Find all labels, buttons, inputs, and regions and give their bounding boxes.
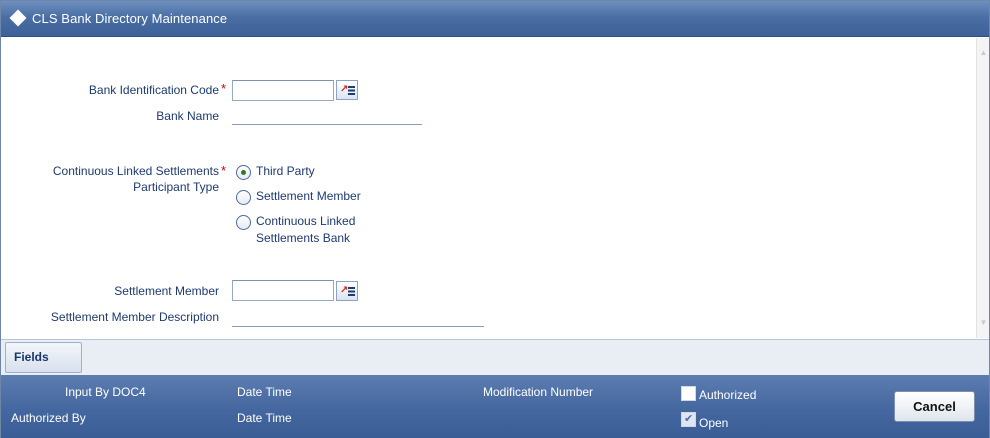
settlement-member-description-field[interactable] [232, 309, 484, 327]
bank-identification-code-label: Bank Identification Code [88, 83, 219, 97]
date-time-label: Date Time [237, 385, 292, 399]
list-lines-icon [348, 287, 355, 296]
participant-type-label-line2: Participant Type [133, 180, 219, 194]
window-title: CLS Bank Directory Maintenance [32, 11, 228, 26]
audit-footer: Input By DOC4 Date Time Authorized By Da… [1, 375, 989, 438]
settlement-member-lov-button[interactable]: ↗ [336, 281, 358, 301]
open-checkbox[interactable] [681, 412, 696, 427]
tab-bar: Fields [1, 339, 989, 375]
diamond-icon [9, 9, 27, 27]
radio-cls-bank-label-line1: Continuous Linked [256, 214, 356, 228]
participant-type-label-line1: Continuous Linked Settlements [52, 164, 219, 178]
date-time-label: Date Time [237, 411, 292, 425]
title-bar: CLS Bank Directory Maintenance [1, 1, 989, 37]
required-marker: * [221, 163, 227, 178]
open-label: Open [699, 416, 729, 430]
bank-name-field[interactable] [232, 107, 422, 125]
bank-name-label: Bank Name [156, 109, 219, 123]
radio-settlement-member[interactable] [236, 190, 251, 205]
fields-button[interactable]: Fields [5, 342, 82, 373]
list-lines-icon [348, 86, 355, 95]
vertical-scrollbar[interactable]: ▲ ▼ [976, 38, 989, 338]
radio-third-party[interactable] [236, 165, 251, 180]
scroll-down-icon[interactable]: ▼ [979, 318, 988, 327]
cancel-button[interactable]: Cancel [894, 391, 975, 422]
radio-settlement-member-label: Settlement Member [256, 189, 361, 203]
radio-cls-bank-label-line2: Settlements Bank [256, 231, 351, 245]
scroll-up-icon[interactable]: ▲ [979, 48, 988, 57]
input-by-text: Input By DOC4 [65, 385, 146, 399]
settlement-member-description-label: Settlement Member Description [50, 310, 219, 324]
form-content: Bank Identification Code * ↗ Bank Name C… [1, 38, 976, 338]
required-marker: * [221, 81, 227, 96]
settlement-member-input[interactable] [232, 280, 334, 301]
radio-third-party-label: Third Party [256, 164, 315, 178]
bank-code-lov-button[interactable]: ↗ [336, 80, 358, 100]
bank-identification-code-input[interactable] [232, 80, 334, 101]
authorized-checkbox[interactable] [681, 386, 696, 401]
radio-cls-bank[interactable] [236, 215, 251, 230]
authorized-label: Authorized [699, 388, 757, 402]
cls-bank-directory-window: CLS Bank Directory Maintenance Bank Iden… [0, 0, 990, 438]
modification-number-label: Modification Number [483, 385, 594, 399]
settlement-member-label: Settlement Member [114, 284, 219, 298]
authorized-by-label: Authorized By [11, 411, 86, 425]
